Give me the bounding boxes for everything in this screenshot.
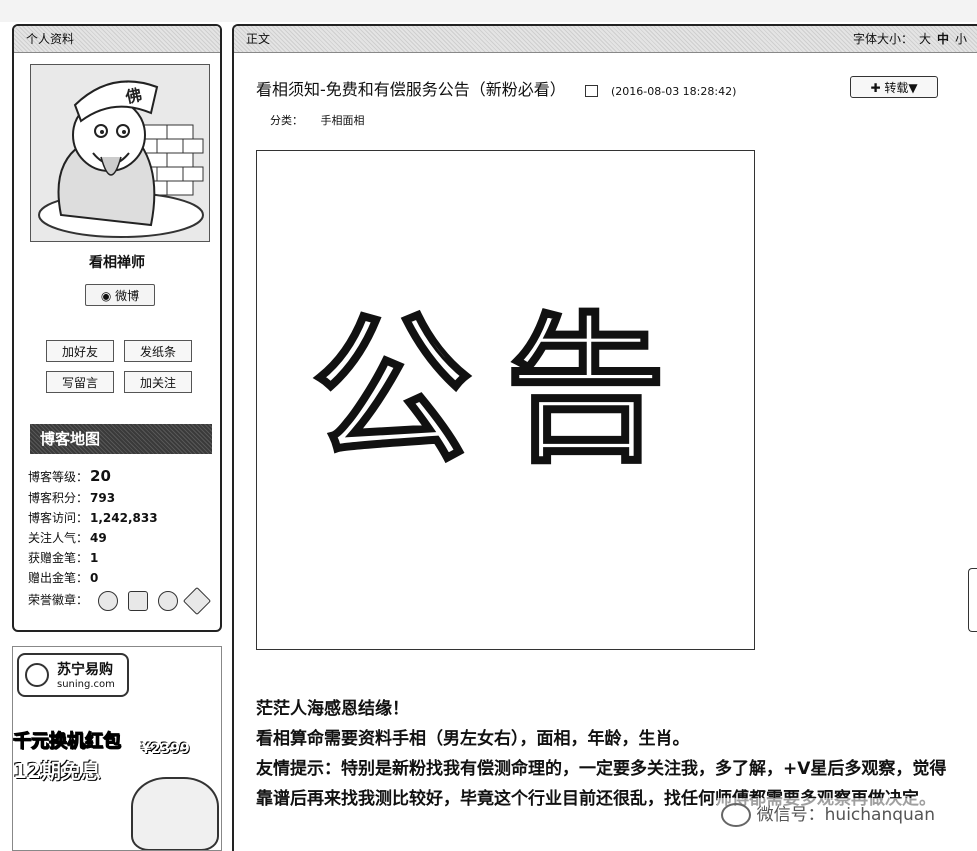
stat-pens-given: 赠出金笔： 0 bbox=[28, 568, 98, 588]
stat-blog-level: 博客等级： 20 bbox=[28, 466, 111, 486]
font-size-small[interactable]: 小 bbox=[955, 32, 967, 46]
ad-price: ¥2399 bbox=[141, 741, 190, 757]
send-note-button[interactable]: 发纸条 bbox=[124, 340, 192, 362]
weibo-label: 微博 bbox=[115, 289, 140, 303]
stat-value: 1 bbox=[90, 551, 99, 565]
article-category: 分类： 手相面相 bbox=[270, 112, 365, 128]
add-friend-button[interactable]: 加好友 bbox=[46, 340, 114, 362]
stat-blog-visits: 博客访问： 1,242,833 bbox=[28, 508, 158, 528]
ad-subheadline: 12期免息 bbox=[13, 759, 101, 783]
stat-value: 49 bbox=[90, 531, 107, 545]
body-paragraph: 看相算命需要资料手相（男左女右），面相，年龄，生肖。 bbox=[256, 729, 690, 749]
wechat-watermark: 微信号：huichanquan bbox=[716, 798, 939, 829]
ad-mascot-image bbox=[131, 777, 219, 850]
notice-image: 公告 bbox=[256, 150, 755, 650]
section-title: 正文 bbox=[246, 32, 271, 46]
pen-icon[interactable] bbox=[183, 586, 212, 615]
font-size-medium[interactable]: 中 bbox=[937, 32, 949, 46]
weibo-icon: ◉ bbox=[100, 289, 112, 303]
suning-logo: 苏宁易购 suning.com bbox=[17, 653, 129, 697]
category-link[interactable]: 手相面相 bbox=[321, 114, 365, 127]
camera-icon[interactable] bbox=[127, 590, 148, 611]
reprint-button[interactable]: ✚ 转载▼ bbox=[850, 76, 938, 98]
ad-brand-cn: 苏宁易购 bbox=[57, 662, 113, 678]
watermark-text: 微信号：huichanquan bbox=[756, 805, 935, 825]
stat-label: 博客积分： bbox=[28, 491, 89, 505]
font-size-label: 字体大小： bbox=[852, 32, 913, 46]
avatar-cartoon: 佛 bbox=[31, 65, 209, 241]
stat-blog-points: 博客积分： 793 bbox=[28, 488, 115, 508]
stat-label: 博客等级： bbox=[28, 470, 89, 484]
article-header: 正文 字体大小： 大中小 bbox=[234, 26, 977, 53]
stat-label: 获赠金笔： bbox=[28, 551, 89, 565]
stat-pens-received: 获赠金笔： 1 bbox=[28, 548, 98, 568]
plus-icon: ✚ bbox=[870, 81, 885, 95]
stat-value: 0 bbox=[90, 571, 99, 585]
blog-map-banner[interactable]: 博客地图 bbox=[30, 424, 212, 454]
wechat-icon bbox=[720, 803, 751, 827]
notice-image-text: 公告 bbox=[310, 297, 700, 484]
body-paragraph: 茫茫人海感恩结缘！ bbox=[256, 699, 409, 719]
stat-honor-badges: 荣誉徽章： bbox=[28, 586, 212, 615]
avatar[interactable]: 佛 bbox=[30, 64, 210, 242]
ad-headline: 千元换机红包 bbox=[13, 731, 122, 753]
article-title-row: 看相须知-免费和有偿服务公告（新粉必看） (2016-08-03 18:28:4… bbox=[256, 76, 736, 100]
article-panel: 正文 字体大小： 大中小 看相须知-免费和有偿服务公告（新粉必看） (2016-0… bbox=[232, 24, 977, 851]
badge-icon[interactable] bbox=[157, 590, 178, 611]
stat-value: 793 bbox=[90, 491, 116, 505]
blog-map-label: 博客地图 bbox=[40, 430, 101, 448]
stat-label: 荣誉徽章： bbox=[28, 593, 89, 607]
reprint-label: 转载▼ bbox=[884, 81, 918, 95]
font-size-switcher: 字体大小： 大中小 bbox=[847, 26, 967, 52]
image-icon bbox=[584, 84, 598, 97]
lion-icon bbox=[25, 663, 49, 687]
diagonal-band bbox=[257, 151, 492, 241]
leave-message-button[interactable]: 写留言 bbox=[46, 371, 114, 393]
article-title: 看相须知-免费和有偿服务公告（新粉必看） bbox=[256, 80, 566, 99]
article-body: 茫茫人海感恩结缘！ 看相算命需要资料手相（男左女右），面相，年龄，生肖。 友情提… bbox=[256, 694, 956, 814]
profile-header: 个人资料 bbox=[14, 26, 220, 53]
profile-panel: 个人资料 佛 看相禅师 ◉ 微博 加好友 发纸条 写留言 加关注 博客地图 博客… bbox=[12, 24, 222, 632]
stat-followers: 关注人气： 49 bbox=[28, 528, 107, 548]
stat-value: 1,242,833 bbox=[90, 511, 158, 525]
stat-value: 20 bbox=[90, 467, 111, 485]
suning-ad[interactable]: 苏宁易购 suning.com 千元换机红包 12期免息 ¥2399 bbox=[12, 646, 222, 851]
stat-label: 赠出金笔： bbox=[28, 571, 89, 585]
weibo-button[interactable]: ◉ 微博 bbox=[85, 284, 155, 306]
side-scroll-tab[interactable] bbox=[968, 568, 977, 632]
font-size-large[interactable]: 大 bbox=[919, 32, 931, 46]
top-banner-strip bbox=[0, 0, 977, 22]
profile-nickname[interactable]: 看相禅师 bbox=[14, 252, 220, 272]
follow-button[interactable]: 加关注 bbox=[124, 371, 192, 393]
ad-brand-en: suning.com bbox=[57, 679, 115, 690]
medal-icon[interactable] bbox=[97, 590, 118, 611]
stat-label: 关注人气： bbox=[28, 531, 89, 545]
article-timestamp: (2016-08-03 18:28:42) bbox=[610, 85, 737, 98]
stat-label: 博客访问： bbox=[28, 511, 89, 525]
category-label: 分类： bbox=[270, 114, 303, 127]
